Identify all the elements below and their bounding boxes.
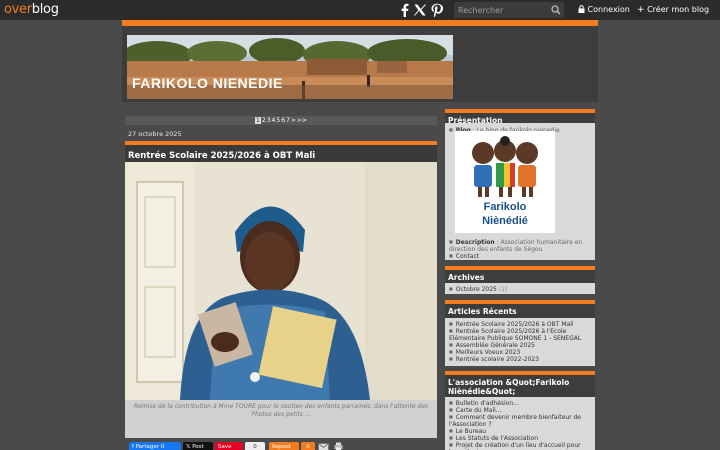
presentation-body: Blog : Le blog de farikolo nienedie Fari xyxy=(445,123,595,260)
page-link[interactable]: 3 xyxy=(267,117,271,124)
page-link[interactable]: 4 xyxy=(272,117,276,124)
association-link[interactable]: Projet de création d'un lieu d'accueil p… xyxy=(449,441,589,450)
search-box xyxy=(454,2,564,18)
pinterest-save-label: Save xyxy=(218,444,232,450)
recent-body: Rentrée Scolaire 2025/2026 à OBT Mali Re… xyxy=(445,318,595,366)
recent-article-link[interactable]: Rentrée scolaire 2022-2023 xyxy=(449,355,539,363)
association-body: Bulletin d'adhésion... Carte du Mali... … xyxy=(445,397,595,450)
page-current: 1 xyxy=(255,117,261,124)
post-image xyxy=(125,162,437,400)
repost-button[interactable]: Repost xyxy=(269,442,299,450)
post-header: Rentrée Scolaire 2025/2026 à OBT Mali xyxy=(125,141,437,162)
children-illustration xyxy=(472,136,538,197)
post-title[interactable]: Rentrée Scolaire 2025/2026 à OBT Mali xyxy=(128,151,315,161)
lock-icon xyxy=(578,5,585,13)
page-next-link[interactable]: > xyxy=(291,117,296,124)
facebook-share-count: 0 xyxy=(160,444,165,450)
search-input[interactable] xyxy=(458,3,548,17)
avatar-text-line2: Nièné​dié xyxy=(482,215,528,227)
email-icon[interactable] xyxy=(318,443,329,450)
avatar-text-line1: Farikolo xyxy=(483,201,527,213)
pagination: 1 234567>>> xyxy=(125,116,437,125)
widget-presentation: Présentation Blog : Le blog de farikolo … xyxy=(445,109,595,260)
photo-caption: Remise de la contribution à Mme TOURE po… xyxy=(133,403,429,418)
widget-title-archives: Archives xyxy=(448,273,485,282)
create-blog-label: Créer mon blog xyxy=(647,5,710,14)
logo-over-text: over xyxy=(4,2,32,17)
widget-title-recent: Articles Récents xyxy=(448,307,517,316)
facebook-share-label: Partager xyxy=(135,444,160,450)
blog-header: FARIKOLO NIENEDIE xyxy=(122,20,598,102)
print-icon[interactable] xyxy=(334,442,343,450)
plus-icon: + xyxy=(637,5,645,15)
archive-item[interactable]: Octobre 2025 (1) xyxy=(449,285,507,293)
header-banner[interactable]: FARIKOLO NIENEDIE xyxy=(127,35,453,99)
login-link[interactable]: Connexion xyxy=(578,5,630,14)
x-icon[interactable] xyxy=(413,3,427,17)
page-last-link[interactable]: >> xyxy=(297,117,307,124)
post-photo[interactable] xyxy=(125,162,437,400)
repost-count: 0 xyxy=(301,442,315,450)
pinterest-icon[interactable] xyxy=(430,3,444,17)
widget-recent-articles: Articles Récents Rentrée Scolaire 2025/2… xyxy=(445,300,595,366)
contact-link[interactable]: Contact xyxy=(449,252,479,260)
widget-association: L'association &Quot;Farikolo Niènédie&Qu… xyxy=(445,371,595,450)
facebook-icon[interactable] xyxy=(398,3,412,17)
login-label: Connexion xyxy=(587,5,630,14)
archives-body: Octobre 2025 (1) xyxy=(445,283,595,294)
description-key: Description xyxy=(455,239,495,246)
create-blog-link[interactable]: + Créer mon blog xyxy=(637,5,709,15)
widget-title-association: L'association &Quot;Farikolo Niènédie&Qu… xyxy=(448,378,570,396)
share-bar: f Partager 0 𝕏 Post Save 0 Repost 0 xyxy=(125,442,437,450)
post-card: Rentrée Scolaire 2025/2026 à OBT Mali Re… xyxy=(125,141,437,438)
recent-article-link[interactable]: Rentrée Scolaire 2025/2026 à l'Ecole Elé… xyxy=(449,327,589,342)
page-link[interactable]: 7 xyxy=(286,117,290,124)
logo-blog-text: blog xyxy=(31,2,59,17)
archive-count: (1) xyxy=(498,286,508,293)
post-date: 27 octobre 2025 xyxy=(128,130,182,138)
archive-label: Octobre 2025 xyxy=(455,286,497,293)
page-link[interactable]: 6 xyxy=(281,117,285,124)
x-post-label: Post xyxy=(192,444,204,450)
top-bar: overblog Connexion + Créer mon blog xyxy=(0,0,720,20)
association-link[interactable]: Comment devenir membre bienfaiteur de l'… xyxy=(449,413,589,428)
blog-avatar[interactable]: Farikolo Nièné​dié xyxy=(455,131,555,233)
facebook-share-button[interactable]: f Partager 0 xyxy=(129,442,181,450)
page-link[interactable]: 2 xyxy=(262,117,266,124)
pinterest-save-button[interactable]: Save xyxy=(215,442,243,450)
overblog-logo[interactable]: overblog xyxy=(4,2,59,17)
search-icon[interactable] xyxy=(551,5,561,15)
widget-archives: Archives Octobre 2025 (1) xyxy=(445,266,595,294)
repost-label: Repost xyxy=(272,444,291,450)
page-link[interactable]: 5 xyxy=(276,117,280,124)
blog-title[interactable]: FARIKOLO NIENEDIE xyxy=(132,75,283,91)
description-info: Description : Association humanitaire en… xyxy=(449,238,589,253)
pinterest-save-count: 0 xyxy=(245,442,265,450)
x-post-button[interactable]: 𝕏 Post xyxy=(183,442,213,450)
